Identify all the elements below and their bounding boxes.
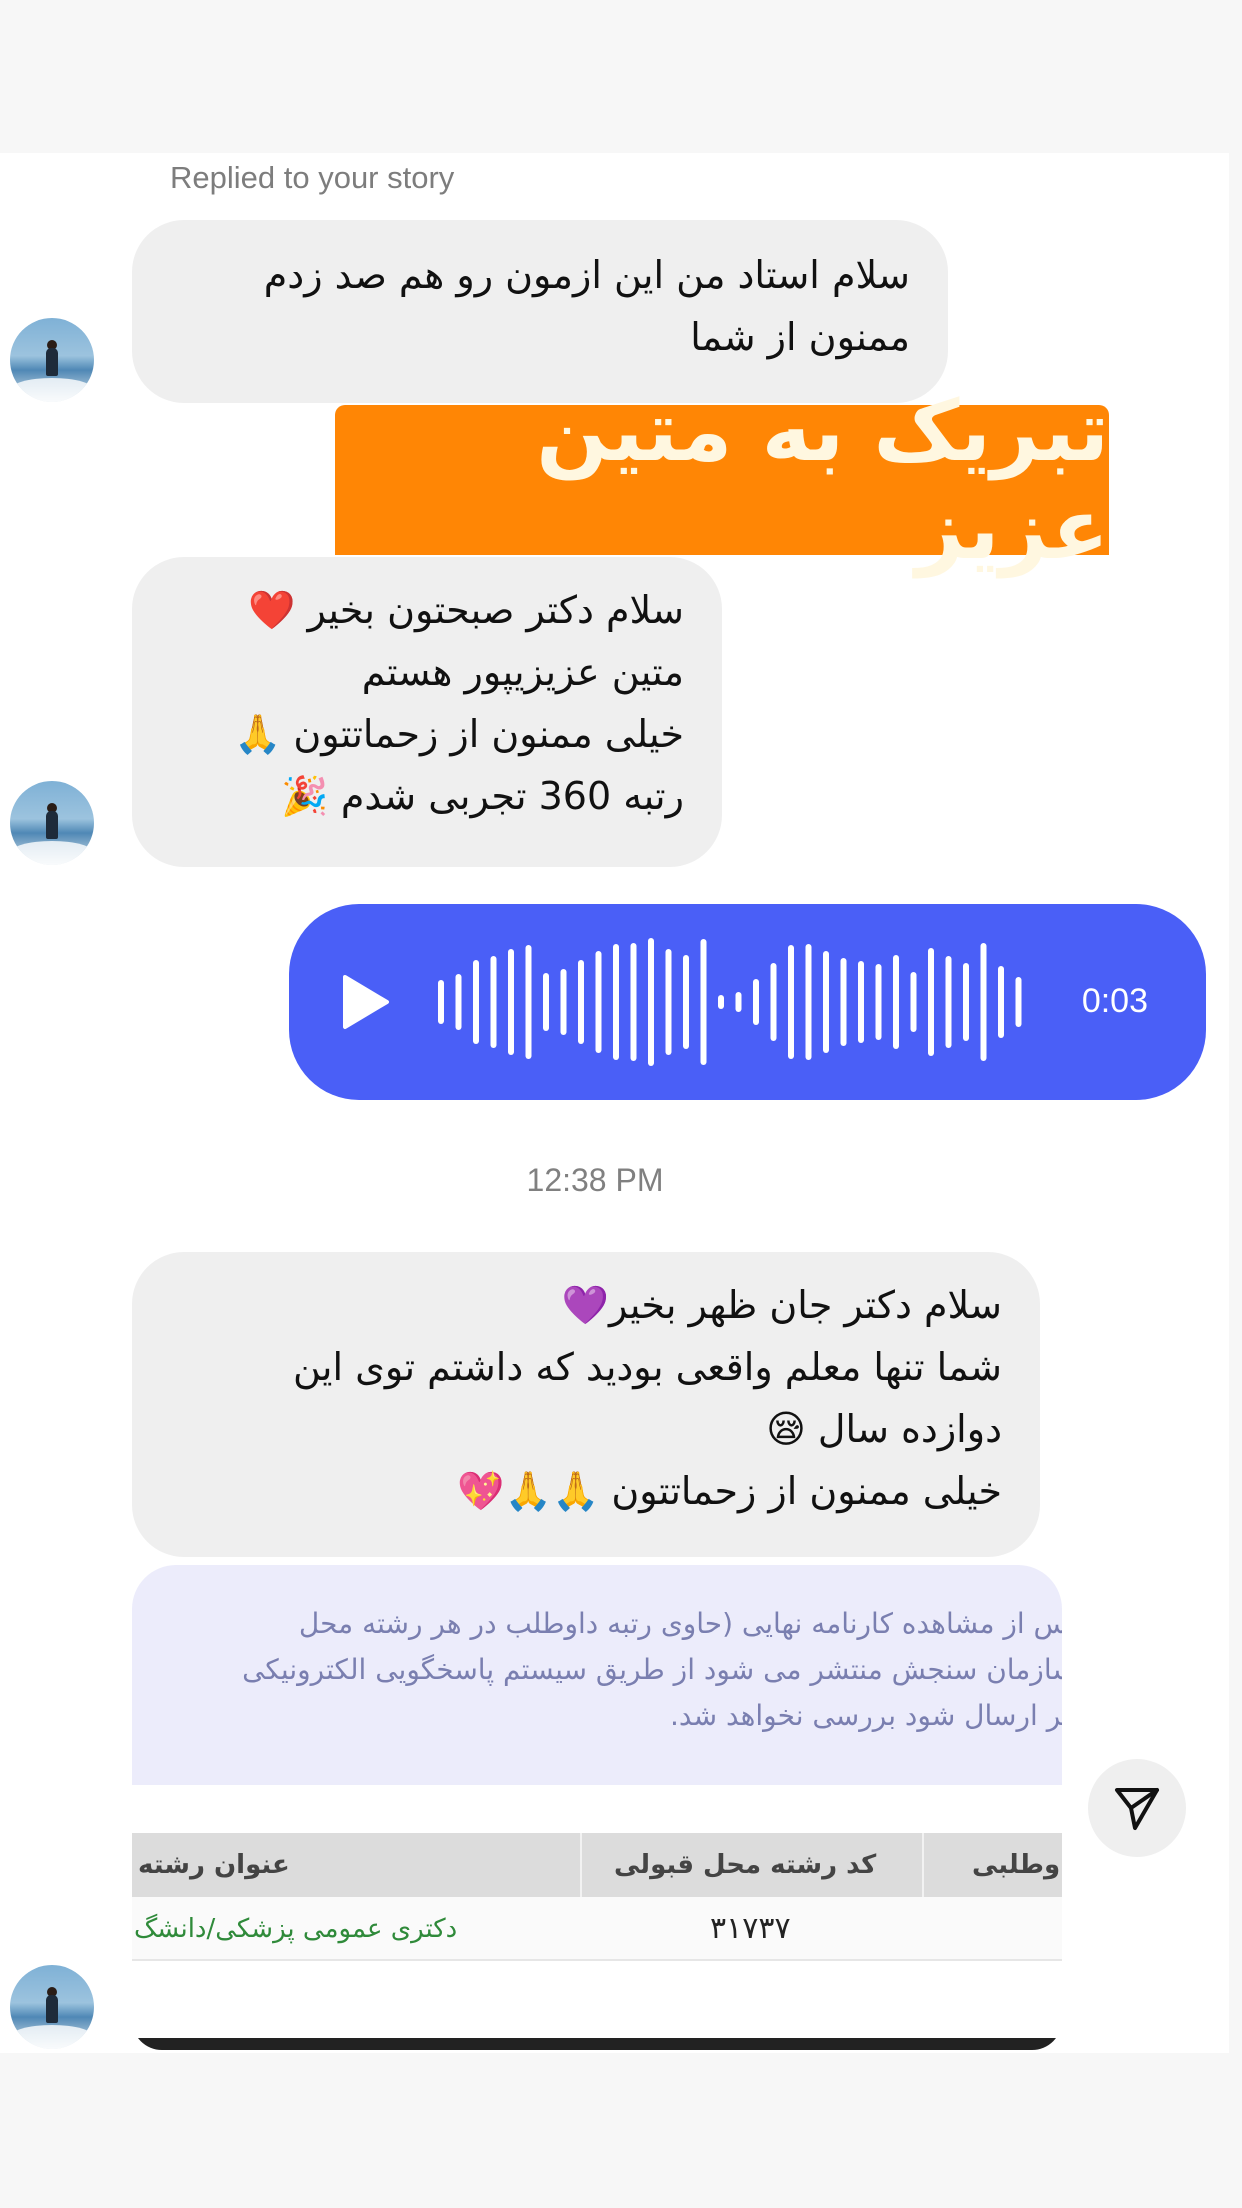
message-bubble-1[interactable]: سلام استاد من این ازمون رو هم صد زدم ممن… (132, 220, 948, 403)
message-line: شما تنها معلم واقعی بودید که داشتم توی ا… (293, 1345, 1002, 1389)
message-line: دوازده سال 😪 (766, 1407, 1002, 1451)
message-line: سلام استاد من این ازمون رو هم صد زدم (263, 253, 910, 297)
sender-avatar[interactable] (10, 781, 94, 865)
voice-message[interactable]: 0:03 (289, 904, 1206, 1100)
photo-notice-text: سوال پس از مشاهده کارنامه نهایی (حاوی رت… (132, 1565, 1062, 1785)
play-icon[interactable] (341, 974, 391, 1030)
message-line: رتبه 360 تجربی شدم 🎉 (281, 774, 684, 818)
message-timestamp: 12:38 PM (526, 1162, 664, 1198)
message-bubble-2[interactable]: سلام دکتر صبحتون بخیر ❤️ متین عزیزیپور ه… (132, 557, 722, 867)
congrats-banner: تبریک به متین عزیز (335, 382, 1109, 578)
message-line: ممنون از شما (690, 315, 910, 359)
sender-avatar[interactable] (10, 318, 94, 402)
message-line: متین عزیزیپور هستم (361, 650, 684, 694)
message-line: سلام دکتر جان ظهر بخیر💜 (561, 1283, 1002, 1327)
bottom-area (0, 2053, 1242, 2208)
header-applicant: داوطلبی (972, 1850, 1062, 1880)
header-field-title: عنوان رشته (138, 1850, 290, 1880)
story-reply-label: Replied to your story (170, 160, 455, 195)
sender-avatar[interactable] (10, 1965, 94, 2049)
share-button[interactable] (1088, 1759, 1186, 1857)
notice-line: سایت سازمان سنجش منتشر می شود از طریق سی… (242, 1653, 1062, 1686)
paper-plane-icon (1115, 1788, 1159, 1830)
message-line: سلام دکتر صبحتون بخیر ❤️ (248, 588, 684, 632)
notice-line: های دیگر ارسال شود بررسی نخواهد شد. (669, 1699, 1062, 1732)
row-field-title: دکتری عمومی پزشکی/دانشگ (134, 1914, 458, 1944)
audio-waveform[interactable] (435, 904, 1045, 1100)
message-line: خیلی ممنون از زحماتتون 🙏🙏💖 (457, 1469, 1002, 1513)
row-field-code: ۳۱۷۳۷ (710, 1911, 791, 1946)
photo-message[interactable]: سوال پس از مشاهده کارنامه نهایی (حاوی رت… (132, 1565, 1062, 2050)
voice-duration: 0:03 (1081, 982, 1148, 1020)
notice-line: سوال پس از مشاهده کارنامه نهایی (حاوی رت… (298, 1607, 1062, 1640)
photo-bottom-edge (132, 2038, 1062, 2050)
header-field-code: کد رشته محل قبولی (614, 1850, 877, 1880)
message-bubble-3[interactable]: سلام دکتر جان ظهر بخیر💜 شما تنها معلم وا… (132, 1252, 1040, 1557)
results-table-row: دکتری عمومی پزشکی/دانشگ ۳۱۷۳۷ (132, 1897, 1062, 1961)
message-line: خیلی ممنون از زحماتتون 🙏 (233, 712, 684, 756)
